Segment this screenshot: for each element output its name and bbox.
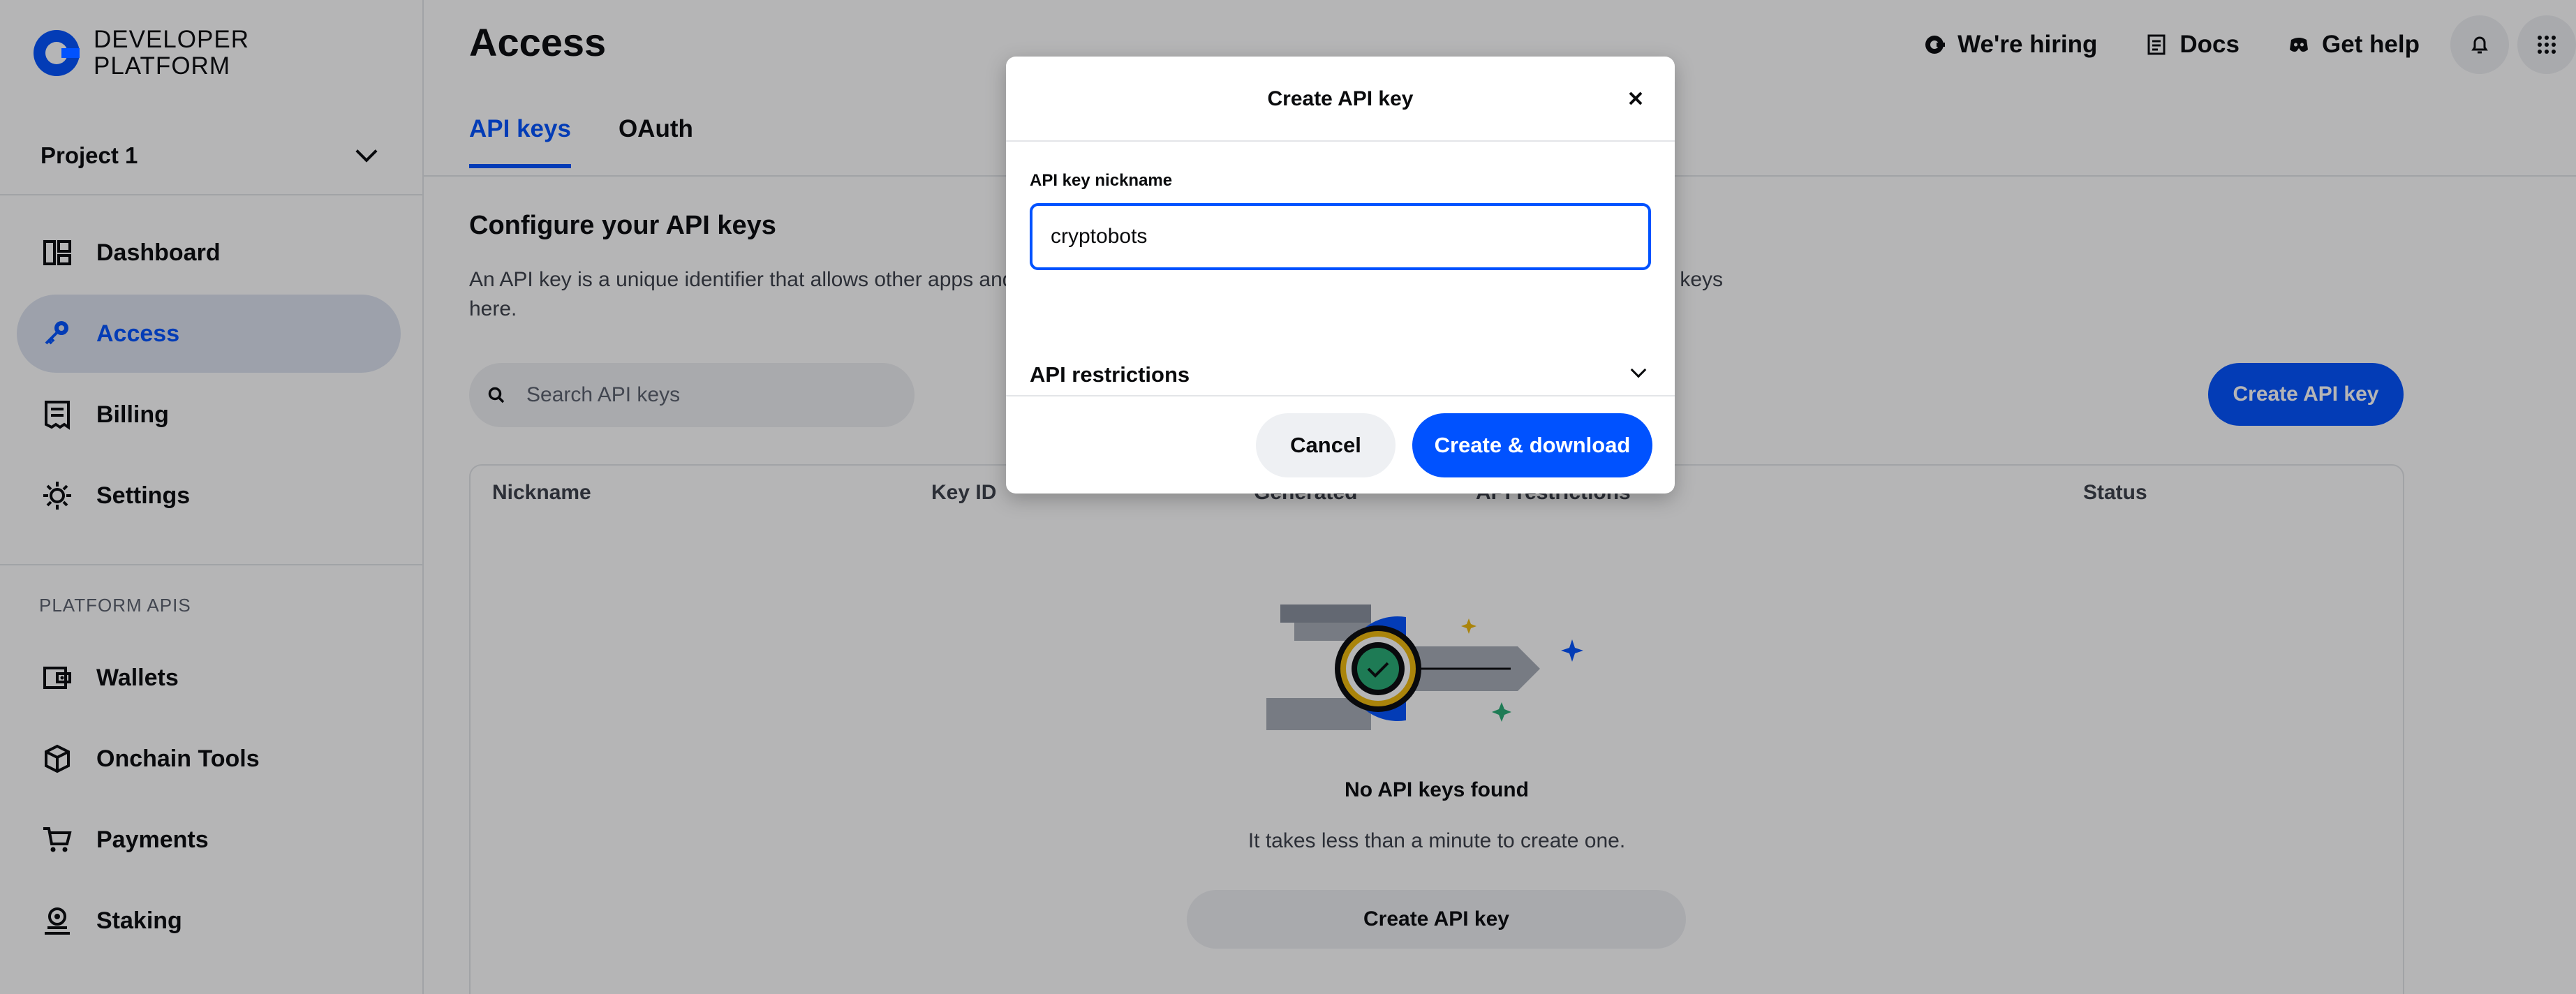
create-and-download-button[interactable]: Create & download [1412,413,1652,477]
modal-header: Create API key [1006,57,1675,142]
nickname-label: API key nickname [1030,171,1173,190]
cancel-button[interactable]: Cancel [1256,413,1396,477]
close-icon[interactable] [1624,87,1647,110]
chevron-down-icon [1630,362,1647,378]
api-restrictions-label: API restrictions [1030,362,1190,387]
nickname-input[interactable] [1030,203,1651,270]
modal-title: Create API key [1267,87,1414,110]
create-api-key-modal: Create API key API key nickname API rest… [1006,57,1675,494]
api-restrictions-toggle[interactable]: API restrictions [1030,362,1651,387]
